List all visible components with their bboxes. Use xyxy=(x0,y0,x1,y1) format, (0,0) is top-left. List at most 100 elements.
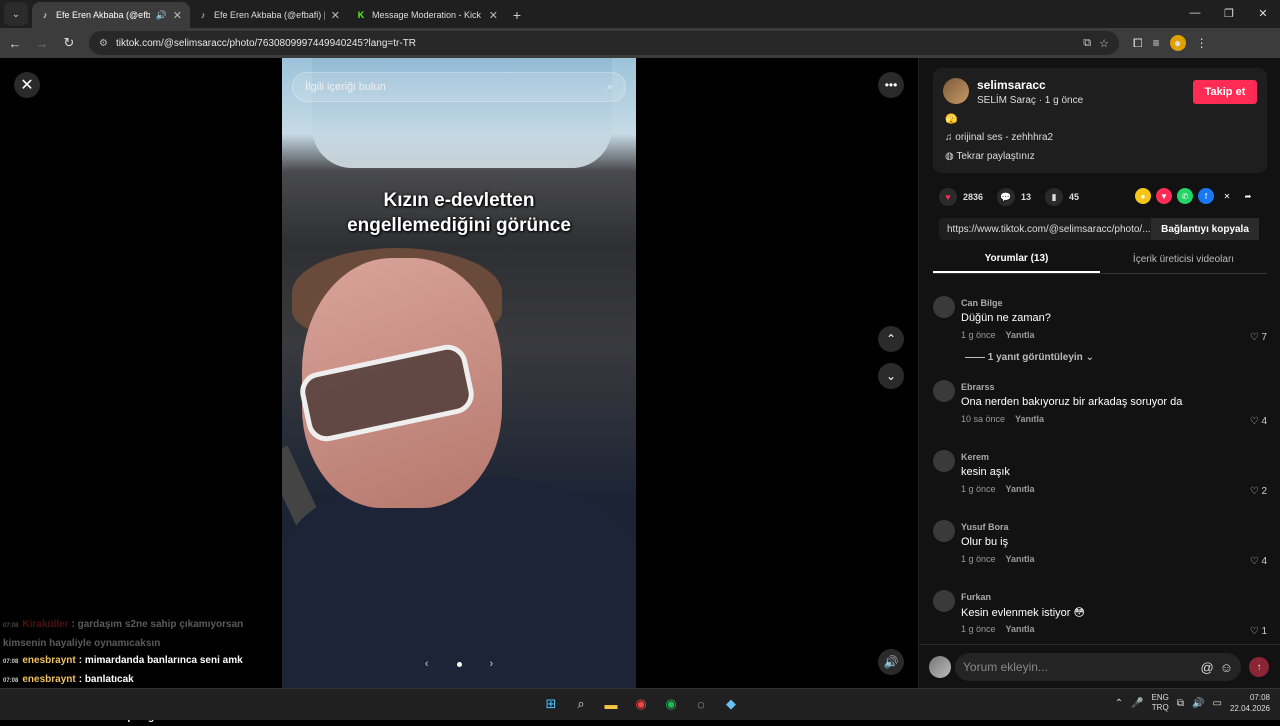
mention-icon[interactable]: @ xyxy=(1201,660,1214,675)
avatar[interactable] xyxy=(943,78,969,104)
follow-button[interactable]: Takip et xyxy=(1193,80,1257,104)
chat-username[interactable]: Kiraküller xyxy=(22,619,68,630)
speaker-icon[interactable]: 🔊 xyxy=(156,10,167,21)
new-tab-button[interactable]: + xyxy=(506,2,528,28)
site-info-icon[interactable]: ⚙ xyxy=(99,38,108,49)
comment-like[interactable]: ♡ 4 xyxy=(1250,556,1267,567)
share-arrow-icon[interactable]: ➦ xyxy=(1240,188,1256,204)
whatsapp-icon[interactable]: ✆ xyxy=(1177,188,1193,204)
author-username[interactable]: selimsaracc xyxy=(977,78,1046,92)
carousel-dot[interactable] xyxy=(456,661,462,667)
spotify-icon[interactable]: ◉ xyxy=(660,693,682,715)
reply-button[interactable]: Yanıtla xyxy=(1006,484,1035,494)
battery-icon[interactable]: ▭ xyxy=(1213,698,1222,709)
microphone-icon[interactable]: 🎤 xyxy=(1131,698,1143,709)
comment-like[interactable]: ♡ 1 xyxy=(1250,626,1267,637)
coin-icon[interactable]: ● xyxy=(1135,188,1151,204)
tray-expand-icon[interactable]: ⌃ xyxy=(1115,698,1123,709)
volume-icon[interactable]: 🔊 xyxy=(878,649,904,675)
copy-link-button[interactable]: Bağlantıyı kopyala xyxy=(1151,218,1259,240)
bookmark-star-icon[interactable]: ☆ xyxy=(1099,37,1109,50)
url-text[interactable]: tiktok.com/@selimsaracc/photo/7630809997… xyxy=(116,38,1075,49)
prev-arrow-icon[interactable]: ‹ xyxy=(425,658,429,670)
clock[interactable]: 07:08 22.04.2026 xyxy=(1230,692,1270,714)
send-icon[interactable]: ↑ xyxy=(1249,657,1269,677)
media-icon[interactable]: ≡ xyxy=(1153,36,1160,50)
search-icon[interactable]: ⌕ xyxy=(570,693,592,715)
share-link-text[interactable]: https://www.tiktok.com/@selimsaracc/phot… xyxy=(939,224,1151,235)
emoji-icon[interactable]: ☺ xyxy=(1220,660,1233,675)
forward-icon[interactable]: → xyxy=(30,31,54,55)
comment-like[interactable]: ♡ 7 xyxy=(1250,332,1267,343)
network-icon[interactable]: ⧉ xyxy=(1177,698,1184,709)
search-icon[interactable]: ⌕ xyxy=(607,81,613,94)
tab-search-button[interactable]: ⌄ xyxy=(4,2,28,26)
chevron-up-icon[interactable]: ⌃ xyxy=(878,326,904,352)
comment-author[interactable]: Furkan xyxy=(961,592,991,602)
related-search-input[interactable]: İlgili içeriği bulun ⌕ xyxy=(292,72,626,102)
tab-creator-videos[interactable]: İçerik üreticisi videoları xyxy=(1100,246,1267,273)
reply-button[interactable]: Yanıtla xyxy=(1006,624,1035,634)
reply-button[interactable]: Yanıtla xyxy=(1015,414,1044,424)
tab-comments[interactable]: Yorumlar (13) xyxy=(933,246,1100,273)
comment-like[interactable]: ♡ 2 xyxy=(1250,486,1267,497)
chat-username[interactable]: enesbraynt xyxy=(22,674,75,685)
comment-like[interactable]: ♡ 4 xyxy=(1250,416,1267,427)
heart-icon[interactable]: ♥ xyxy=(939,188,957,206)
minimize-icon[interactable]: — xyxy=(1178,0,1212,26)
windows-start-icon[interactable]: ⊞ xyxy=(540,693,562,715)
heart-outline-icon[interactable]: ♡ xyxy=(1250,556,1259,567)
avatar[interactable] xyxy=(933,590,955,612)
cast-icon[interactable]: ⧉ xyxy=(1083,37,1091,50)
language-indicator[interactable]: ENG TRQ xyxy=(1152,693,1169,713)
window-close-icon[interactable]: ✕ xyxy=(1246,0,1280,26)
next-arrow-icon[interactable]: › xyxy=(490,658,494,670)
chrome-icon[interactable]: ◉ xyxy=(630,693,652,715)
chat-username[interactable]: enesbraynt xyxy=(22,655,75,666)
comment-author[interactable]: Kerem xyxy=(961,452,989,462)
close-icon[interactable]: ✕ xyxy=(489,9,498,22)
comment-author[interactable]: Ebrarss xyxy=(961,382,995,392)
avatar[interactable] xyxy=(933,520,955,542)
view-replies-button[interactable]: —— 1 yanıt görüntüleyin ⌄ xyxy=(965,352,1094,363)
heart-outline-icon[interactable]: ♡ xyxy=(1250,332,1259,343)
comment-input[interactable]: Yorum ekleyin... @ ☺ xyxy=(955,653,1241,681)
reply-button[interactable]: Yanıtla xyxy=(1006,554,1035,564)
comment-author[interactable]: Can Bilge xyxy=(961,298,1003,308)
reload-icon[interactable]: ↻ xyxy=(57,31,81,55)
like-action[interactable]: ♥ 2836 xyxy=(939,188,983,206)
omnibox[interactable]: ⚙ tiktok.com/@selimsaracc/photo/76308099… xyxy=(89,31,1119,55)
music-link[interactable]: ♫ orijinal ses - zehhhra2 xyxy=(945,132,1053,143)
close-icon[interactable]: ✕ xyxy=(331,9,340,22)
close-icon[interactable]: ✕ xyxy=(14,72,40,98)
steam-icon[interactable]: ◆ xyxy=(720,693,742,715)
file-explorer-icon[interactable]: ▬ xyxy=(600,693,622,715)
avatar[interactable] xyxy=(933,380,955,402)
close-icon[interactable]: ✕ xyxy=(173,9,182,22)
browser-tab-1[interactable]: ♪ Efe Eren Akbaba (@efbafi) | 🔊 ✕ xyxy=(32,2,190,28)
save-action[interactable]: ▮ 45 xyxy=(1045,188,1079,206)
comment-icon[interactable]: 💬 xyxy=(997,188,1016,206)
bookmark-icon[interactable]: ▮ xyxy=(1045,188,1064,206)
chevron-down-icon[interactable]: ⌄ xyxy=(878,363,904,389)
comment-author[interactable]: Yusuf Bora xyxy=(961,522,1009,532)
heart-outline-icon[interactable]: ♡ xyxy=(1250,416,1259,427)
x-icon[interactable]: ✕ xyxy=(1219,188,1235,204)
extensions-icon[interactable]: ⧠ xyxy=(1133,36,1143,51)
back-icon[interactable]: ← xyxy=(3,31,27,55)
avatar[interactable] xyxy=(933,296,955,318)
heart-outline-icon[interactable]: ♡ xyxy=(1250,486,1259,497)
app-icon[interactable]: ◌ xyxy=(690,693,712,715)
avatar[interactable] xyxy=(933,450,955,472)
comment-action[interactable]: 💬 13 xyxy=(997,188,1031,206)
photo-viewer[interactable]: İlgili içeriği bulun ⌕ Kızın e-devletten… xyxy=(282,58,636,688)
profile-avatar[interactable]: ● xyxy=(1169,35,1186,51)
more-options-icon[interactable]: ••• xyxy=(878,72,904,98)
restore-icon[interactable]: ❐ xyxy=(1212,0,1246,26)
facebook-icon[interactable]: f xyxy=(1198,188,1214,204)
menu-icon[interactable]: ⋮ xyxy=(1196,36,1208,50)
browser-tab-2[interactable]: ♪ Efe Eren Akbaba (@efbafi) | Tik ✕ xyxy=(190,2,348,28)
volume-icon[interactable]: 🔊 xyxy=(1192,698,1204,709)
reply-button[interactable]: Yanıtla xyxy=(1006,330,1035,340)
repost-icon[interactable]: ▼ xyxy=(1156,188,1172,204)
